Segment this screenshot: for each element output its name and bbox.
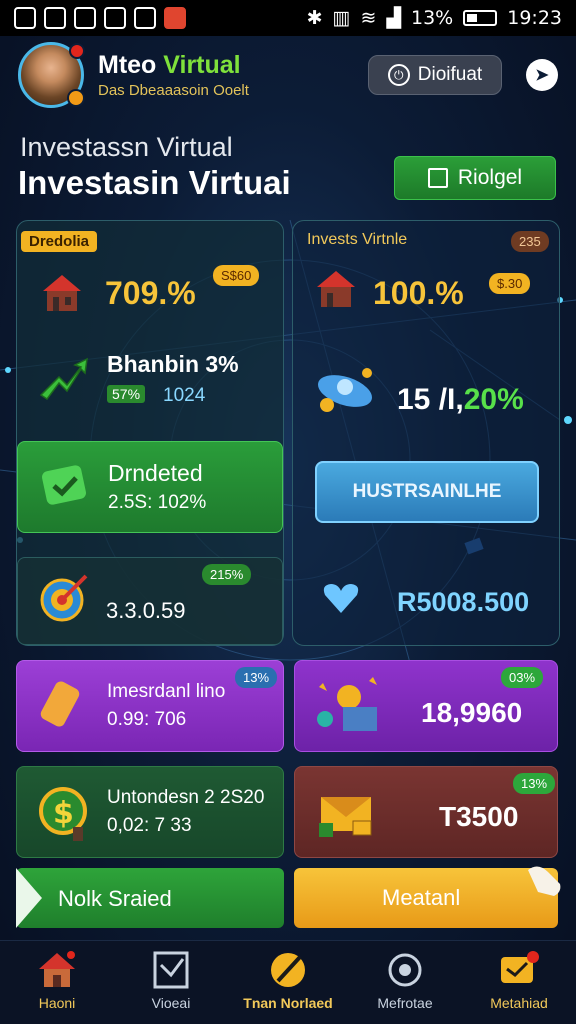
home-icon bbox=[37, 951, 77, 989]
nav-item-mefrotae[interactable]: Mefrotae bbox=[350, 951, 460, 1011]
lightbulb-icon bbox=[313, 673, 383, 744]
image-icon bbox=[44, 7, 66, 29]
green-left-title: Untondesn 2 2S20 bbox=[107, 787, 265, 808]
green-card-left[interactable]: $ Untondesn 2 2S20 0,02: 7 33 bbox=[16, 766, 284, 858]
row4-card[interactable]: 215% 3.3.0.59 bbox=[17, 557, 283, 645]
envelope-icon bbox=[317, 787, 379, 844]
header-button[interactable]: ⏻ Dioifuat bbox=[368, 55, 502, 95]
ticket-icon bbox=[37, 677, 89, 738]
nav-label-tnan-norlaed: Tnan Norlaed bbox=[243, 995, 333, 1011]
alert-icon bbox=[164, 7, 186, 29]
row1-badge: S$60 bbox=[213, 265, 260, 286]
heart-icon bbox=[321, 581, 361, 620]
play-arrow-icon bbox=[16, 868, 42, 928]
page-subtitle: Investassn Virtual bbox=[20, 132, 233, 162]
nav-item-home[interactable]: Haoni bbox=[2, 951, 112, 1011]
navigation-icon[interactable]: ➤ bbox=[526, 59, 558, 91]
row4-value: 3.3.0.59 bbox=[106, 598, 186, 623]
brown-right-value: T3500 bbox=[439, 801, 519, 832]
notification-badge bbox=[69, 43, 85, 59]
gear-icon bbox=[385, 951, 425, 989]
nav-label-metahiad: Metahiad bbox=[490, 995, 548, 1011]
row3-sub: 2.5S: 102% bbox=[108, 492, 207, 513]
right-panel-button-label: HUSTRSAINLHE bbox=[352, 481, 502, 502]
page-title: Investasin Virtuai bbox=[18, 164, 291, 201]
app-icon bbox=[74, 7, 96, 29]
panel-tag: Dredolia bbox=[21, 231, 98, 252]
house-icon bbox=[313, 267, 359, 316]
purple-left-title: Imesrdanl lino bbox=[107, 681, 226, 702]
right-row4-value: R5008.500 bbox=[397, 587, 530, 617]
header-button-label: Dioifuat bbox=[417, 64, 483, 85]
profile-header: Mteo Virtual Das Dbeaaasoin Ooelt ⏻ Dioi… bbox=[18, 40, 558, 110]
power-icon: ⏻ bbox=[387, 64, 410, 86]
action-button-label: Riolgel bbox=[457, 166, 523, 189]
row2-title: Bhanbin 3% bbox=[107, 351, 239, 377]
chat-icon bbox=[499, 951, 539, 989]
row4-badge: 215% bbox=[202, 564, 252, 585]
edit-icon bbox=[427, 168, 448, 188]
target-icon bbox=[36, 568, 92, 629]
dollar-coin-icon: $ bbox=[37, 783, 93, 848]
status-bar: ✱ ▥ ≋ ▟ 13% 19:23 bbox=[0, 0, 576, 36]
user-name: Mteo Virtual bbox=[98, 51, 241, 79]
purple-left-badge: 13% bbox=[235, 667, 278, 688]
vibrate-icon: ▥ bbox=[332, 7, 351, 29]
box-check-icon bbox=[151, 951, 191, 989]
check-ticket-icon bbox=[38, 460, 90, 515]
left-action-label: Nolk Sraied bbox=[58, 886, 172, 911]
row3-card[interactable]: Drndeted 2.5S: 102% bbox=[17, 441, 283, 533]
purple-card-right[interactable]: 03% 18,9960 bbox=[294, 660, 558, 752]
purple-left-sub: 0.99: 706 bbox=[107, 709, 187, 730]
right-row1-badge: $.30 bbox=[489, 273, 531, 294]
nav-label-home: Haoni bbox=[38, 995, 76, 1011]
left-panel: Dredolia 709.% S$60 Bhanbin 3% 57% 1024 … bbox=[16, 220, 284, 646]
right-row2-value: 15 /I,20% bbox=[397, 383, 524, 416]
right-panel-title: Invests Virtnle bbox=[307, 231, 408, 248]
battery-icon bbox=[463, 10, 498, 26]
left-action-button[interactable]: Nolk Sraied bbox=[16, 868, 284, 928]
nav-label-mefrotae: Mefrotae bbox=[377, 995, 433, 1011]
sword-icon bbox=[268, 951, 308, 989]
nav-item-vioeai[interactable]: Vioeai bbox=[116, 951, 226, 1011]
right-panel-button[interactable]: HUSTRSAINLHE bbox=[315, 461, 539, 523]
purple-right-badge: 03% bbox=[501, 667, 544, 688]
row2-sub: 1024 bbox=[163, 385, 206, 406]
purple-card-left[interactable]: 13% Imesrdanl lino 0.99: 706 bbox=[16, 660, 284, 752]
status-time: 19:23 bbox=[507, 7, 562, 29]
avatar[interactable] bbox=[18, 42, 85, 108]
row2-badge: 57% bbox=[107, 385, 146, 403]
nav-item-tnan-norlaed[interactable]: Tnan Norlaed bbox=[233, 951, 343, 1011]
house-icon bbox=[39, 271, 85, 320]
right-panel: Invests Virtnle 235 100.% $.30 15 /I,20%… bbox=[292, 220, 560, 646]
row3-title: Drndeted bbox=[108, 460, 203, 486]
coin-ticket-icon bbox=[313, 365, 379, 426]
action-button[interactable]: Riolgel bbox=[394, 156, 556, 200]
signal-icon: ▟ bbox=[386, 7, 401, 29]
right-action-label: Meatanl bbox=[382, 885, 461, 910]
nav-label-vioeai: Vioeai bbox=[151, 995, 191, 1011]
brown-card-right[interactable]: 13% T3500 bbox=[294, 766, 558, 858]
green-left-sub: 0,02: 7 33 bbox=[107, 815, 192, 836]
hand-cursor-icon bbox=[528, 866, 561, 896]
notification-icon bbox=[14, 7, 36, 29]
level-badge bbox=[67, 89, 85, 107]
nav-item-metahiad[interactable]: Metahiad bbox=[464, 951, 574, 1011]
wifi-icon: ≋ bbox=[360, 7, 377, 29]
purple-right-value: 18,9960 bbox=[421, 697, 523, 728]
row1-value: 709.% bbox=[105, 275, 196, 311]
svg-text:$: $ bbox=[53, 796, 74, 831]
bottom-navigation: Haoni Vioeai Tnan Norlaed Mefrotae Metah… bbox=[0, 940, 576, 1024]
bluetooth-icon: ✱ bbox=[306, 7, 323, 29]
right-action-button[interactable]: Meatanl bbox=[294, 866, 561, 928]
right-panel-badge: 235 bbox=[511, 231, 549, 252]
battery-percent: 13% bbox=[411, 7, 454, 29]
trend-arrow-icon bbox=[37, 355, 89, 410]
grid-icon bbox=[134, 7, 156, 29]
right-row1-value: 100.% bbox=[373, 275, 464, 311]
brown-right-badge: 13% bbox=[513, 773, 556, 794]
user-subtitle: Das Dbeaaasoin Ooelt bbox=[98, 82, 249, 99]
message-icon bbox=[104, 7, 126, 29]
